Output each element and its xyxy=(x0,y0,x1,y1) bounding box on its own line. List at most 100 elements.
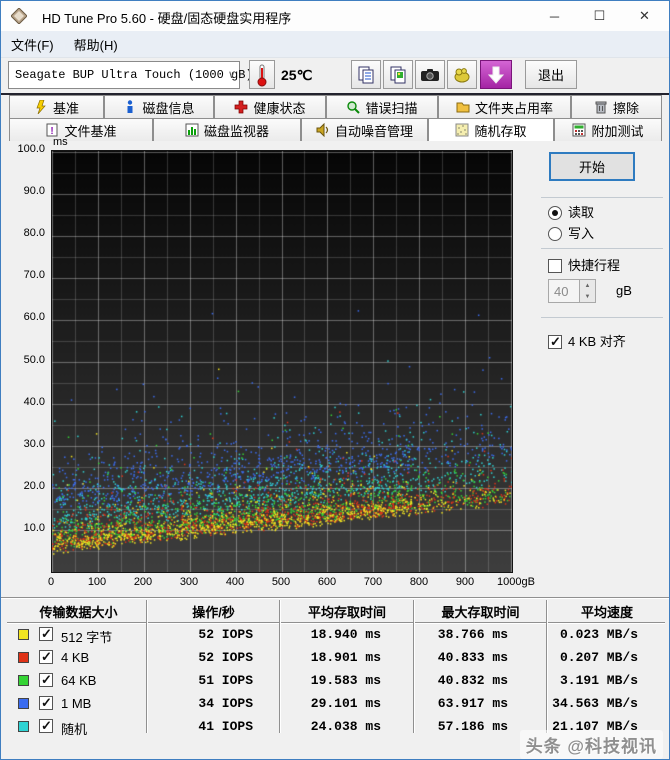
close-button[interactable]: ✕ xyxy=(622,1,667,31)
avg-speed-value: 0.023 MB/s xyxy=(559,627,638,642)
tab-health[interactable]: 健康状态 xyxy=(214,95,326,118)
spin-up-icon: ▲ xyxy=(580,280,595,291)
y-tick-label: 70.0 xyxy=(23,269,45,281)
align-4kb-checkbox[interactable]: 4 KB 对齐 xyxy=(548,331,626,350)
radio-icon xyxy=(548,206,562,220)
random-access-icon xyxy=(455,123,469,137)
iops-value: 41 IOPS xyxy=(198,719,253,734)
short-stroke-checkbox[interactable]: 快捷行程 xyxy=(548,255,620,274)
series-label: 随机 xyxy=(61,722,88,737)
start-button[interactable]: 开始 xyxy=(549,152,635,181)
series-checkbox[interactable] xyxy=(39,649,53,665)
watermark: 头条 @科技视讯 xyxy=(519,730,663,759)
tab-benchmark[interactable]: 基准 xyxy=(9,95,104,118)
avg-speed-value: 3.191 MB/s xyxy=(559,673,638,688)
spin-down-icon: ▼ xyxy=(580,291,595,302)
copy-text-button[interactable] xyxy=(351,60,381,89)
health-cross-icon xyxy=(235,100,248,114)
tab-row-2: ! 文件基准 磁盘监视器 自动噪音管理 随机存取 附加测试 xyxy=(9,118,662,141)
short-stroke-unit-label: gB xyxy=(616,283,632,298)
avg-access-value: 18.940 ms xyxy=(310,627,381,642)
screenshot-button[interactable] xyxy=(415,60,445,89)
avg-access-value: 24.038 ms xyxy=(310,719,381,734)
disk-info-icon xyxy=(127,100,133,113)
series-label: 4 KB xyxy=(61,650,90,665)
folder-icon xyxy=(456,102,470,113)
y-tick-label: 30.0 xyxy=(23,438,45,450)
copy-image-icon xyxy=(390,66,406,83)
tab-row-1: 基准 磁盘信息 健康状态 错误扫描 文件夹占用率 擦除 xyxy=(9,95,662,118)
col-header-iops: 操作/秒 xyxy=(192,605,235,620)
separator xyxy=(541,248,663,249)
window-title: HD Tune Pro 5.60 - 硬盘/固态硬盘实用程序 xyxy=(42,11,292,26)
read-radio[interactable]: 读取 xyxy=(548,202,594,221)
tab-random-access[interactable]: 随机存取 xyxy=(428,118,554,141)
speaker-icon xyxy=(316,123,329,137)
benchmark-icon xyxy=(36,100,46,114)
column-separator xyxy=(546,600,548,733)
hand-coins-icon xyxy=(454,67,470,82)
series-color-swatch xyxy=(18,698,29,709)
menu-help[interactable]: 帮助(H) xyxy=(64,31,128,57)
temperature-value: 25℃ xyxy=(281,67,313,83)
table-top-line xyxy=(1,597,669,599)
series-color-swatch xyxy=(18,652,29,663)
max-access-value: 57.186 ms xyxy=(437,719,508,734)
y-tick-label: 10.0 xyxy=(23,522,45,534)
tab-error-scan[interactable]: 错误扫描 xyxy=(326,95,438,118)
y-tick-label: 90.0 xyxy=(23,185,45,197)
separator xyxy=(541,317,663,318)
file-benchmark-icon: ! xyxy=(46,123,58,137)
tab-folder-usage[interactable]: 文件夹占用率 xyxy=(438,95,571,118)
column-separator xyxy=(279,600,281,733)
series-label: 64 KB xyxy=(61,673,97,688)
copy-image-button[interactable] xyxy=(383,60,413,89)
avg-speed-value: 34.563 MB/s xyxy=(552,696,638,711)
copy-text-icon xyxy=(358,66,374,83)
short-stroke-size-input: 40 ▲ ▼ xyxy=(548,279,596,303)
chevron-down-icon: ∨ xyxy=(228,70,235,82)
download-arrow-icon xyxy=(488,66,504,84)
tab-file-benchmark[interactable]: ! 文件基准 xyxy=(9,118,153,141)
max-access-value: 38.766 ms xyxy=(437,627,508,642)
iops-value: 52 IOPS xyxy=(198,650,253,665)
avg-access-value: 18.901 ms xyxy=(310,650,381,665)
series-checkbox[interactable] xyxy=(39,718,53,734)
y-tick-label: 50.0 xyxy=(23,354,45,366)
tab-disk-info[interactable]: 磁盘信息 xyxy=(104,95,214,118)
menu-file[interactable]: 文件(F) xyxy=(1,31,64,57)
col-header-max-access: 最大存取时间 xyxy=(441,605,520,620)
thermometer-icon xyxy=(257,64,267,86)
title-bar: HD Tune Pro 5.60 - 硬盘/固态硬盘实用程序 ─ ☐ ✕ xyxy=(1,1,669,31)
series-checkbox[interactable] xyxy=(39,672,53,688)
toolbar: Seagate BUP Ultra Touch (1000 gB) ∨ 25℃ … xyxy=(1,58,669,93)
tab-erase[interactable]: 擦除 xyxy=(571,95,662,118)
write-radio[interactable]: 写入 xyxy=(548,223,594,242)
header-separator xyxy=(7,622,665,624)
exit-button[interactable]: 退出 xyxy=(525,60,577,89)
series-label: 1 MB xyxy=(61,696,92,711)
tab-aam[interactable]: 自动噪音管理 xyxy=(301,118,428,141)
x-tick-label: 1000gB xyxy=(497,576,535,588)
max-access-value: 63.917 ms xyxy=(437,696,508,711)
temperature-button[interactable] xyxy=(249,60,275,89)
max-access-value: 40.832 ms xyxy=(437,673,508,688)
maximize-button[interactable]: ☐ xyxy=(577,1,622,31)
drive-select-dropdown[interactable]: Seagate BUP Ultra Touch (1000 gB) ∨ xyxy=(8,61,253,89)
tab-extra-tests[interactable]: 附加测试 xyxy=(554,118,662,141)
series-label: 512 字节 xyxy=(61,630,113,645)
series-checkbox[interactable] xyxy=(39,695,53,711)
series-checkbox[interactable] xyxy=(39,626,53,642)
camera-icon xyxy=(421,68,439,81)
minimize-button[interactable]: ─ xyxy=(532,1,577,31)
donate-button[interactable] xyxy=(447,60,477,89)
drive-select-value: Seagate BUP Ultra Touch (1000 gB) xyxy=(15,68,253,82)
tab-disk-monitor[interactable]: 磁盘监视器 xyxy=(153,118,301,141)
checkbox-icon xyxy=(548,259,562,273)
app-icon xyxy=(11,8,27,24)
iops-value: 52 IOPS xyxy=(198,627,253,642)
update-button[interactable] xyxy=(480,60,512,89)
y-tick-label: 80.0 xyxy=(23,227,45,239)
menu-bar: 文件(F) 帮助(H) xyxy=(1,31,669,58)
radio-icon xyxy=(548,227,562,241)
